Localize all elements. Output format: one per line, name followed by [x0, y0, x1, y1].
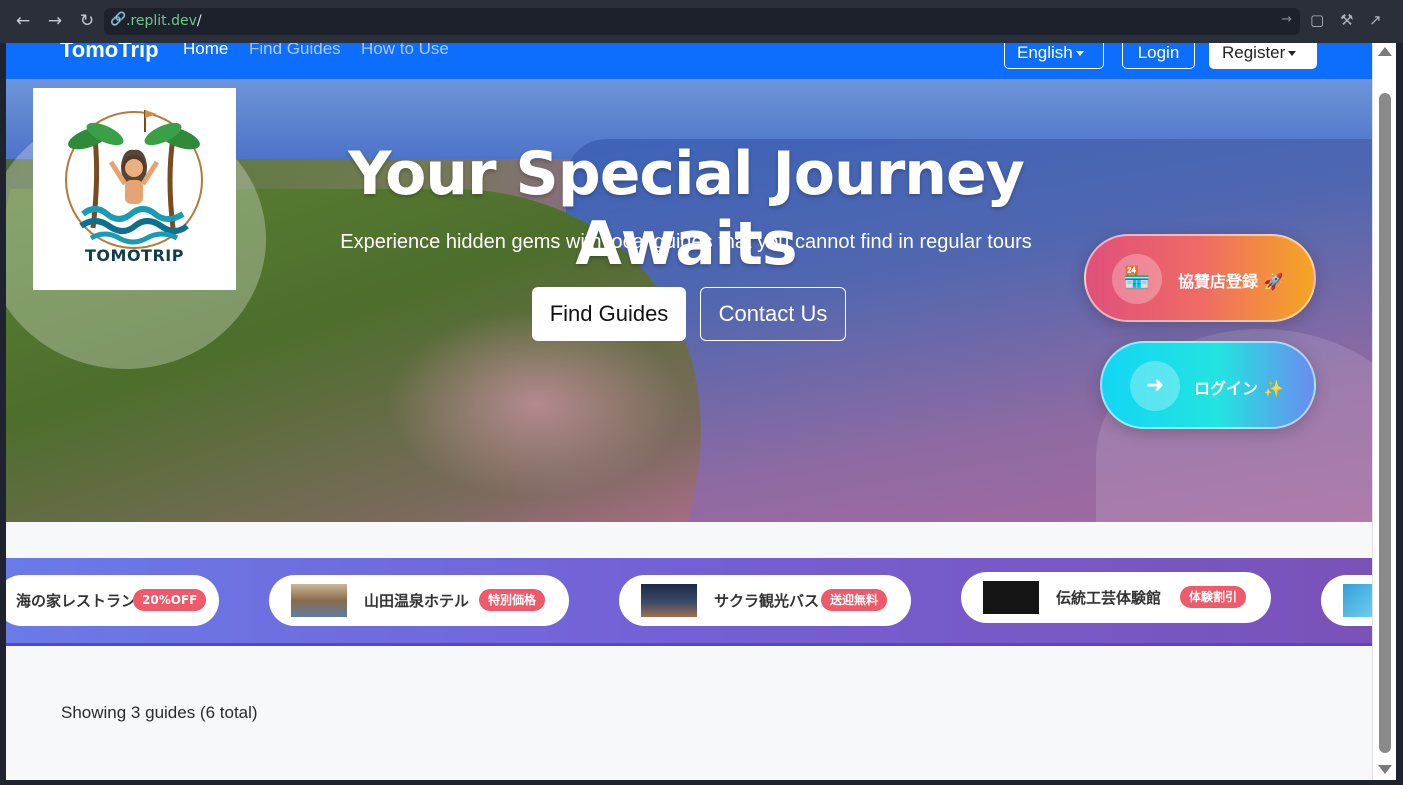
sponsor-register-label: 協賛店登録 🚀 [1178, 272, 1284, 291]
find-guides-button[interactable]: Find Guides [532, 287, 686, 341]
caret-down-icon [1075, 51, 1084, 57]
scroll-up-arrow-icon[interactable] [1378, 47, 1392, 56]
back-arrow-icon[interactable]: ← [12, 10, 34, 32]
page-viewport: TomoTrip Home Find Guides How to Use Eng… [6, 43, 1372, 780]
go-arrow-icon[interactable]: → [1281, 12, 1292, 27]
sponsor-thumbnail [983, 581, 1039, 614]
brand-logo-text[interactable]: TomoTrip [60, 43, 159, 63]
monitor-icon[interactable]: ▢ [1310, 11, 1324, 29]
hero-title: Your Special Journey Awaits [348, 139, 1025, 279]
sponsor-card[interactable] [1321, 575, 1372, 626]
sponsor-name: 海の家レストラン [16, 592, 137, 610]
login-button[interactable]: Login [1122, 43, 1195, 69]
nav-link-find-guides[interactable]: Find Guides [249, 43, 341, 59]
login-pill-label: ログイン ✨ [1194, 379, 1284, 398]
top-navbar: TomoTrip Home Find Guides How to Use Eng… [6, 43, 1372, 79]
browser-toolbar: ← → ↻ 🔗 .replit.dev/ → ▢ ⚒ ↗ [0, 0, 1403, 43]
sponsor-thumbnail [291, 584, 347, 617]
sponsor-ticker: 海の家レストラン 20%OFF 山田温泉ホテル 特別価格 サクラ観光バス 送迎無… [6, 558, 1372, 646]
wrench-icon[interactable]: ⚒ [1340, 11, 1353, 29]
sponsor-badge: 20%OFF [133, 589, 207, 611]
sponsor-card[interactable]: 山田温泉ホテル 特別価格 [269, 575, 569, 626]
page-scrollbar[interactable] [1372, 43, 1396, 780]
sign-in-icon: ➜ [1130, 361, 1180, 411]
register-dropdown[interactable]: Register [1209, 43, 1317, 69]
nav-link-how-to-use[interactable]: How to Use [361, 43, 449, 59]
sponsor-card[interactable]: 海の家レストラン 20%OFF [6, 575, 219, 626]
scroll-down-arrow-icon[interactable] [1378, 765, 1392, 774]
store-icon: 🏪 [1112, 254, 1162, 304]
caret-down-icon [1288, 51, 1297, 57]
sponsor-badge: 体験割引 [1180, 586, 1247, 608]
results-count: Showing 3 guides (6 total) [61, 703, 258, 722]
sponsor-name: 伝統工芸体験館 [1056, 589, 1162, 607]
window-frame-bottom [0, 780, 1403, 785]
hero-subtitle: Experience hidden gems with local guides… [340, 231, 1032, 253]
address-bar[interactable]: 🔗 .replit.dev/ → [104, 8, 1300, 35]
sponsor-thumbnail [1343, 584, 1372, 617]
sponsor-card[interactable]: サクラ観光バス 送迎無料 [619, 575, 911, 626]
sponsor-name: サクラ観光バス [714, 592, 820, 610]
sponsor-register-button[interactable]: 🏪 協賛店登録 🚀 [1084, 234, 1316, 322]
scrollbar-thumb[interactable] [1379, 93, 1391, 753]
logo-text: TOMOTRIP [85, 246, 184, 265]
external-link-icon[interactable]: ↗ [1369, 11, 1382, 29]
hero-section: TOMOTRIP Your Special Journey Awaits Exp… [6, 79, 1372, 522]
forward-arrow-icon[interactable]: → [44, 10, 66, 32]
nav-link-home[interactable]: Home [183, 43, 228, 59]
sponsor-badge: 特別価格 [479, 589, 546, 611]
language-dropdown[interactable]: English [1004, 43, 1104, 69]
url-text: .replit.dev/ [126, 13, 202, 29]
reload-icon[interactable]: ↻ [76, 10, 98, 32]
sponsor-badge: 送迎無料 [821, 589, 888, 611]
link-icon: 🔗 [110, 12, 127, 27]
contact-us-button[interactable]: Contact Us [700, 287, 846, 341]
sponsor-thumbnail [641, 584, 697, 617]
register-label: Register [1222, 43, 1286, 62]
tomotrip-logo[interactable]: TOMOTRIP [33, 88, 236, 290]
login-pill-button[interactable]: ➜ ログイン ✨ [1100, 341, 1316, 429]
sponsor-card[interactable]: 伝統工芸体験館 体験割引 [961, 572, 1271, 623]
language-label: English [1017, 43, 1073, 62]
sponsor-name: 山田温泉ホテル [364, 592, 470, 610]
